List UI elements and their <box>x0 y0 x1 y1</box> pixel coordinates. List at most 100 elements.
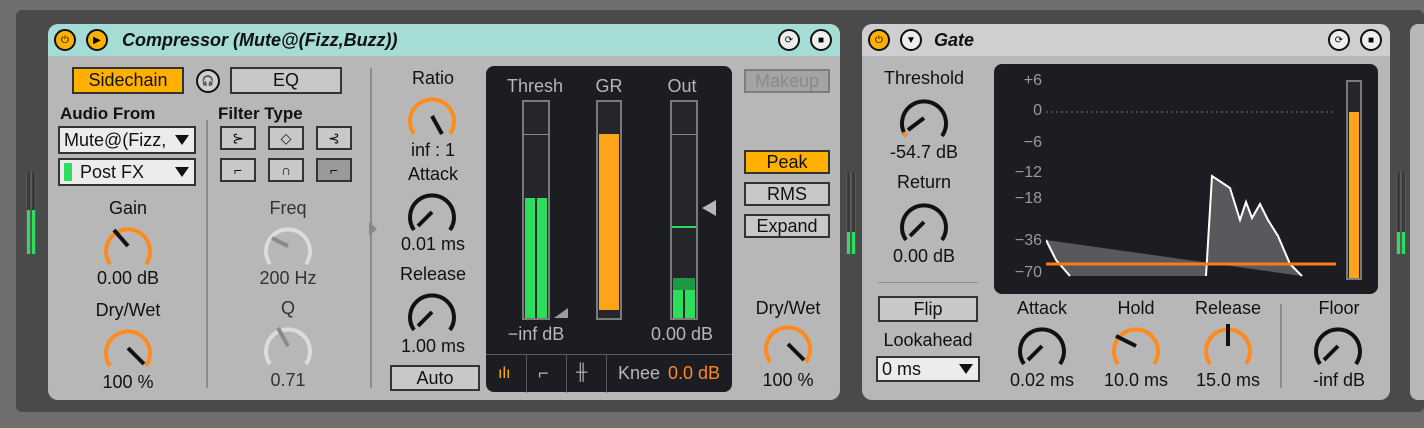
out-label: Out <box>667 76 697 96</box>
release-knob[interactable] <box>1200 320 1256 370</box>
flip-button[interactable]: Flip <box>878 296 978 322</box>
out-meter <box>670 100 698 320</box>
drywet-left-knob[interactable] <box>100 322 156 372</box>
thresh-meter[interactable] <box>522 100 550 320</box>
scale-label-m6: −6 <box>1023 134 1042 151</box>
gr-meter <box>596 100 622 320</box>
play-icon[interactable]: ▶ <box>86 29 108 51</box>
gate-waveform[interactable] <box>1046 64 1336 294</box>
save-icon[interactable]: ■ <box>810 29 832 51</box>
attack-knob[interactable] <box>404 186 460 236</box>
attack-value: 0.02 ms <box>1009 370 1075 390</box>
sidechain-arrow-icon <box>369 222 377 236</box>
peak-filter-button[interactable]: ∩ <box>268 158 304 182</box>
drywet-right-knob[interactable] <box>760 318 816 368</box>
thresh-slider-handle[interactable] <box>554 308 568 318</box>
transfer-curve-icon[interactable]: ⌐ <box>538 363 549 384</box>
out-readout: 0.00 dB <box>650 324 714 344</box>
release-label: Release <box>399 264 467 284</box>
power-icon[interactable]: ⏻ <box>54 29 76 51</box>
floor-label: Floor <box>1318 298 1360 318</box>
highshelf-filter-button[interactable]: ⌐ <box>316 158 352 182</box>
attack-value: 0.01 ms <box>400 234 466 254</box>
filter-type-label: Filter Type <box>218 104 303 123</box>
output-gain-handle[interactable] <box>702 200 716 216</box>
lookahead-select[interactable]: 0 ms <box>876 356 980 382</box>
gate-output-meter-fill <box>1349 112 1359 278</box>
attack-knob[interactable] <box>1014 320 1070 370</box>
threshold-label: Threshold <box>883 68 965 88</box>
gr-meter-fill <box>599 134 619 310</box>
attack-label: Attack <box>407 164 459 184</box>
gate-output-meter <box>1346 80 1362 280</box>
thresh-meter-right <box>537 198 547 318</box>
thresh-readout: −inf dB <box>507 324 565 344</box>
hold-knob[interactable] <box>1108 320 1164 370</box>
ratio-label: Ratio <box>411 68 455 88</box>
gr-label: GR <box>595 76 623 96</box>
save-icon[interactable]: ■ <box>1360 29 1382 51</box>
q-label: Q <box>280 298 295 318</box>
device-title: Gate <box>934 30 975 50</box>
q-value: 0.71 <box>270 370 306 390</box>
audio-from-label: Audio From <box>60 104 156 123</box>
expand-button[interactable]: Expand <box>744 214 830 238</box>
gate-display: +6 0 −6 −12 −18 −36 −70 <box>994 64 1378 294</box>
freq-knob[interactable] <box>260 220 316 270</box>
floor-value: -inf dB <box>1312 370 1366 390</box>
return-knob[interactable] <box>896 196 952 246</box>
lowpass-filter-button[interactable]: ⊱ <box>220 126 256 150</box>
scale-label-m12: −12 <box>1014 164 1042 181</box>
drywet-right-label: Dry/Wet <box>755 298 821 318</box>
device-title: Compressor (Mute@(Fizz,Buzz)) <box>122 30 398 50</box>
gain-label: Gain <box>108 198 148 218</box>
release-knob[interactable] <box>404 286 460 336</box>
threshold-knob[interactable] <box>896 92 952 142</box>
scale-label-m70: −70 <box>1014 264 1042 281</box>
thresh-meter-left <box>525 198 535 318</box>
thresh-label: Thresh <box>506 76 564 96</box>
drywet-left-value: 100 % <box>102 372 154 392</box>
activity-view-icon[interactable]: ╫ <box>576 364 587 382</box>
return-label: Return <box>896 172 952 192</box>
lookahead-value: 0 ms <box>882 358 922 379</box>
q-knob[interactable] <box>260 320 316 370</box>
chevron-down-icon[interactable]: ▼ <box>900 29 922 51</box>
floor-knob[interactable] <box>1310 320 1366 370</box>
audio-from-select[interactable]: Mute@(Fizz, <box>58 126 196 154</box>
gain-knob[interactable] <box>100 220 156 270</box>
bandpass-filter-button[interactable]: ◇ <box>268 126 304 150</box>
hotswap-icon[interactable]: ⟳ <box>778 29 800 51</box>
compressor-device: ⏻ ▶ Compressor (Mute@(Fizz,Buzz)) ⟳ ■ Si… <box>48 24 840 400</box>
post-fx-select[interactable]: Post FX <box>58 158 196 186</box>
lowshelf-filter-button[interactable]: ⌐ <box>220 158 256 182</box>
power-icon[interactable]: ⏻ <box>868 29 890 51</box>
compressor-display: Thresh GR Out −inf dB 0.00 dB ılı ⌐ ╫ Kn… <box>486 66 732 393</box>
divider <box>878 282 978 283</box>
gate-track-meter <box>1396 172 1406 254</box>
hold-label: Hold <box>1117 298 1155 318</box>
peak-button[interactable]: Peak <box>744 150 830 174</box>
freq-label: Freq <box>269 198 307 218</box>
knee-label: Knee <box>618 363 661 383</box>
next-device-edge <box>1410 24 1424 400</box>
drywet-right-value: 100 % <box>762 370 814 390</box>
compressor-output-meter <box>846 172 856 254</box>
knee-value[interactable]: 0.0 dB <box>668 363 720 384</box>
eq-button[interactable]: EQ <box>230 67 342 94</box>
sidechain-button[interactable]: Sidechain <box>72 67 184 94</box>
auto-button[interactable]: Auto <box>390 365 480 391</box>
release-value: 15.0 ms <box>1195 370 1261 390</box>
post-fx-value: Post FX <box>80 161 145 182</box>
headphones-icon[interactable]: 🎧 <box>196 69 220 93</box>
hotswap-icon[interactable]: ⟳ <box>1328 29 1350 51</box>
ratio-knob[interactable] <box>404 90 460 140</box>
lookahead-label: Lookahead <box>883 330 973 350</box>
scale-label-6: +6 <box>1023 72 1042 89</box>
track-input-meter <box>26 172 36 254</box>
highpass-filter-button[interactable]: ⊰ <box>316 126 352 150</box>
drywet-left-label: Dry/Wet <box>95 300 161 320</box>
rms-button[interactable]: RMS <box>744 182 830 206</box>
makeup-button[interactable]: Makeup <box>744 69 830 93</box>
collapsed-view-icon[interactable]: ılı <box>498 365 510 383</box>
